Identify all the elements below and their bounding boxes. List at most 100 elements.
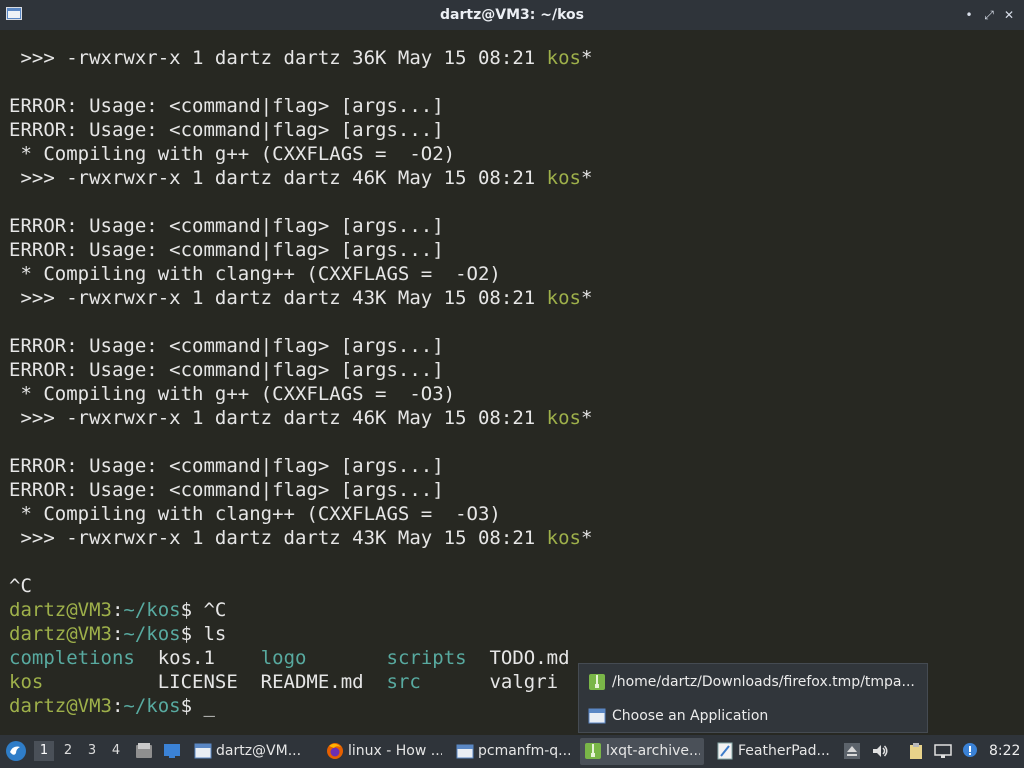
terminal-text-segment: kos — [546, 47, 581, 69]
popup-item-choose-application[interactable]: Choose an Application — [579, 700, 927, 732]
terminal-line: ERROR: Usage: <command|flag> [args...] — [9, 478, 592, 502]
terminal-text-segment: * — [580, 287, 593, 309]
task-lxqt-archiver[interactable]: lxqt-archive... — [580, 738, 704, 765]
terminal-text-segment: completions — [9, 647, 135, 669]
terminal-text-segment: kos — [546, 407, 581, 429]
terminal-line: dartz@VM3:~/kos$ ^C — [9, 598, 592, 622]
terminal-line: dartz@VM3:~/kos$ _ — [9, 694, 592, 718]
terminal-text-segment: ERROR: Usage: <command|flag> [args...] — [9, 239, 444, 261]
maximize-button[interactable]: ⤢ — [980, 6, 998, 24]
terminal-line: ERROR: Usage: <command|flag> [args...] — [9, 334, 592, 358]
task-label: pcmanfm-q... — [478, 743, 570, 759]
terminal-line: ERROR: Usage: <command|flag> [args...] — [9, 358, 592, 382]
folder-icon — [456, 744, 474, 759]
close-button[interactable]: ✕ — [1000, 6, 1018, 24]
popup-item-archive-path[interactable]: /home/dartz/Downloads/firefox.tmp/tmpa..… — [579, 666, 927, 698]
text-editor-icon — [717, 742, 733, 760]
terminal-line: * Compiling with clang++ (CXXFLAGS = -O2… — [9, 262, 592, 286]
workspace-2[interactable]: 2 — [58, 741, 78, 761]
terminal-text-segment: ~/kos — [123, 623, 181, 645]
terminal-line: >>> -rwxrwxr-x 1 dartz dartz 36K May 15 … — [9, 46, 592, 70]
start-menu-icon[interactable] — [4, 739, 28, 763]
terminal-text-segment: ERROR: Usage: <command|flag> [args...] — [9, 119, 444, 141]
task-terminal[interactable]: dartz@VM... — [190, 738, 310, 765]
terminal-text-segment: logo — [260, 647, 307, 669]
terminal-area[interactable]: >>> -rwxrwxr-x 1 dartz dartz 36K May 15 … — [0, 30, 1024, 735]
task-label: FeatherPad... — [738, 743, 830, 759]
terminal-text-segment: dartz@VM3 — [9, 623, 112, 645]
terminal-line: ERROR: Usage: <command|flag> [args...] — [9, 214, 592, 238]
terminal-line: ^C — [9, 574, 592, 598]
show-desktop-icon[interactable] — [162, 741, 182, 761]
terminal-text-segment: scripts — [386, 647, 467, 669]
archive-icon — [589, 674, 605, 690]
task-featherpad[interactable]: FeatherPad... — [712, 738, 838, 765]
terminal-line: dartz@VM3:~/kos$ ls — [9, 622, 592, 646]
terminal-text-segment: src — [386, 671, 421, 693]
terminal-text-segment: kos.1 — [134, 647, 261, 669]
terminal-text-segment: >>> -rwxrwxr-x 1 dartz dartz 46K May 15 … — [9, 167, 547, 189]
task-pcmanfm[interactable]: pcmanfm-q... — [452, 738, 574, 765]
terminal-text-segment: kos — [546, 167, 581, 189]
workspace-1[interactable]: 1 — [34, 741, 54, 761]
task-label: dartz@VM... — [216, 743, 302, 759]
terminal-text-segment: ~/kos — [123, 695, 181, 717]
terminal-text-segment: valgri — [420, 671, 559, 693]
terminal-text-segment: * Compiling with g++ (CXXFLAGS = -O3) — [9, 383, 456, 405]
minimize-button[interactable]: • — [960, 6, 978, 24]
terminal-text-segment: kos — [546, 527, 581, 549]
clock[interactable]: 8:22 — [989, 743, 1020, 759]
task-firefox[interactable]: linux - How ... — [322, 738, 446, 765]
window-titlebar[interactable]: dartz@VM3: ~/kos • ⤢ ✕ — [0, 0, 1024, 30]
terminal-line: completions kos.1 logo scripts TODO.md — [9, 646, 592, 670]
terminal-text-segment: ERROR: Usage: <command|flag> [args...] — [9, 479, 444, 501]
terminal-line: >>> -rwxrwxr-x 1 dartz dartz 46K May 15 … — [9, 406, 592, 430]
terminal-text-segment: ERROR: Usage: <command|flag> [args...] — [9, 95, 444, 117]
terminal-text-segment: kos — [546, 287, 581, 309]
terminal-line: * Compiling with clang++ (CXXFLAGS = -O3… — [9, 502, 592, 526]
window-icon — [588, 708, 606, 724]
terminal-text-segment: : — [111, 623, 124, 645]
terminal-line: ERROR: Usage: <command|flag> [args...] — [9, 118, 592, 142]
popup-item-label: /home/dartz/Downloads/firefox.tmp/tmpa..… — [612, 674, 915, 690]
terminal-line: ERROR: Usage: <command|flag> [args...] — [9, 94, 592, 118]
eject-icon[interactable] — [843, 742, 861, 760]
task-label: linux - How ... — [348, 743, 442, 759]
terminal-text-segment: * Compiling with clang++ (CXXFLAGS = -O3… — [9, 503, 501, 525]
terminal-text-segment: * — [580, 527, 593, 549]
network-icon[interactable] — [934, 742, 952, 760]
terminal-text-segment: : — [111, 695, 124, 717]
clipboard-icon[interactable] — [907, 742, 925, 760]
terminal-text-segment: >>> -rwxrwxr-x 1 dartz dartz 36K May 15 … — [9, 47, 547, 69]
task-label: lxqt-archive... — [606, 743, 700, 759]
terminal-line: >>> -rwxrwxr-x 1 dartz dartz 46K May 15 … — [9, 166, 592, 190]
volume-icon[interactable] — [871, 742, 889, 760]
terminal-text-segment: kos — [9, 671, 44, 693]
terminal-text-segment: TODO.md — [466, 647, 570, 669]
terminal-text-segment: >>> -rwxrwxr-x 1 dartz dartz 43K May 15 … — [9, 287, 547, 309]
terminal-text-segment: dartz@VM3 — [9, 695, 112, 717]
terminal-text-segment: $ ls — [180, 623, 227, 645]
terminal-line: * Compiling with g++ (CXXFLAGS = -O3) — [9, 382, 592, 406]
workspace-4[interactable]: 4 — [106, 741, 126, 761]
terminal-text-segment: $ _ — [180, 695, 215, 717]
terminal-line: * Compiling with g++ (CXXFLAGS = -O2) — [9, 142, 592, 166]
terminal-output: >>> -rwxrwxr-x 1 dartz dartz 36K May 15 … — [9, 46, 592, 718]
terminal-text-segment: ~/kos — [123, 599, 181, 621]
file-manager-launcher-icon[interactable] — [134, 741, 154, 761]
update-notification-icon[interactable] — [961, 742, 979, 760]
terminal-line: ERROR: Usage: <command|flag> [args...] — [9, 454, 592, 478]
firefox-icon — [327, 743, 343, 759]
terminal-text-segment: LICENSE README.md — [43, 671, 387, 693]
terminal-line: >>> -rwxrwxr-x 1 dartz dartz 43K May 15 … — [9, 526, 592, 550]
terminal-text-segment: * Compiling with clang++ (CXXFLAGS = -O2… — [9, 263, 501, 285]
terminal-text-segment: ERROR: Usage: <command|flag> [args...] — [9, 359, 444, 381]
terminal-text-segment: >>> -rwxrwxr-x 1 dartz dartz 46K May 15 … — [9, 407, 547, 429]
window-title: dartz@VM3: ~/kos — [440, 7, 584, 23]
workspace-3[interactable]: 3 — [82, 741, 102, 761]
